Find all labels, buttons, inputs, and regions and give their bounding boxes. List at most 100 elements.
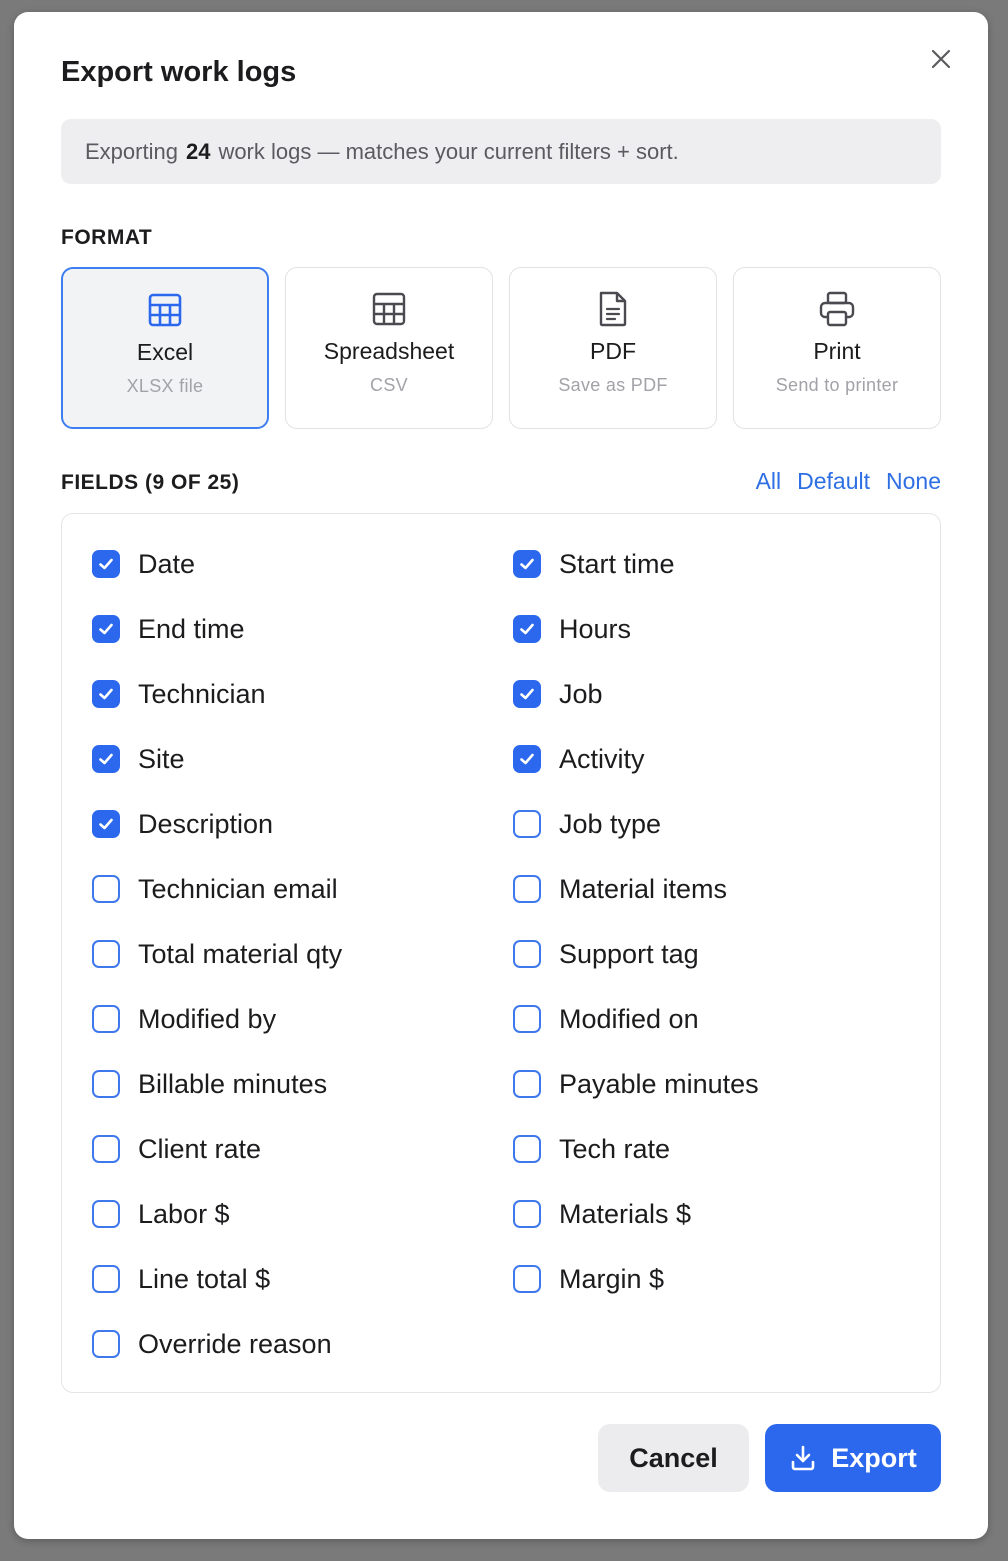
format-options: Excel XLSX file Spreadsheet CSV PDF Save… — [61, 267, 941, 429]
checkbox-unchecked[interactable] — [92, 1005, 120, 1033]
checkmark-icon — [520, 753, 534, 765]
checkbox-unchecked[interactable] — [92, 1200, 120, 1228]
field-option[interactable]: Support tag — [513, 938, 913, 970]
field-label: Override reason — [138, 1328, 332, 1359]
field-option[interactable]: Override reason — [92, 1328, 513, 1360]
checkmark-icon — [520, 623, 534, 635]
format-name: PDF — [590, 338, 636, 364]
checkbox-checked[interactable] — [92, 550, 120, 578]
field-label: Payable minutes — [559, 1068, 759, 1099]
select-all-link[interactable]: All — [756, 468, 782, 495]
checkmark-icon — [99, 688, 113, 700]
field-label: Site — [138, 743, 185, 774]
checkbox-unchecked[interactable] — [92, 1135, 120, 1163]
checkbox-unchecked[interactable] — [92, 1070, 120, 1098]
field-option[interactable]: Payable minutes — [513, 1068, 913, 1100]
checkbox-unchecked[interactable] — [513, 875, 541, 903]
select-default-link[interactable]: Default — [797, 468, 870, 495]
checkbox-checked[interactable] — [513, 615, 541, 643]
format-subtitle: XLSX file — [126, 376, 204, 396]
field-option[interactable]: Materials $ — [513, 1198, 913, 1230]
checkbox-checked[interactable] — [92, 615, 120, 643]
field-option[interactable]: Technician email — [92, 873, 513, 905]
field-option[interactable]: Job type — [513, 808, 913, 840]
field-option[interactable]: Margin $ — [513, 1263, 913, 1295]
checkbox-unchecked[interactable] — [92, 940, 120, 968]
field-option[interactable]: Modified on — [513, 1003, 913, 1035]
checkbox-unchecked[interactable] — [92, 1330, 120, 1358]
checkbox-unchecked[interactable] — [92, 875, 120, 903]
field-label: Modified by — [138, 1003, 277, 1034]
field-option[interactable]: Job — [513, 678, 913, 710]
field-option[interactable]: Tech rate — [513, 1133, 913, 1165]
export-button[interactable]: Export — [765, 1424, 941, 1492]
export-dialog: Export work logs Exporting 24 work logs … — [14, 12, 988, 1539]
checkbox-unchecked[interactable] — [513, 940, 541, 968]
fields-panel: Date Start time End time Hours Technician Job… — [61, 513, 941, 1393]
fields-section-label: FIELDS (9 OF 25) — [61, 471, 240, 494]
format-option-pdf[interactable]: PDF Save as PDF — [509, 267, 717, 429]
field-option[interactable]: Material items — [513, 873, 913, 905]
field-option[interactable]: Start time — [513, 548, 913, 580]
checkbox-unchecked[interactable] — [513, 1200, 541, 1228]
field-label: Total material qty — [138, 938, 343, 969]
checkmark-icon — [99, 753, 113, 765]
field-option[interactable]: End time — [92, 613, 513, 645]
checkbox-unchecked[interactable] — [513, 810, 541, 838]
format-option-excel[interactable]: Excel XLSX file — [61, 267, 269, 429]
checkmark-icon — [99, 558, 113, 570]
checkbox-unchecked[interactable] — [513, 1265, 541, 1293]
format-section-label: FORMAT — [61, 226, 153, 249]
field-option[interactable]: Site — [92, 743, 513, 775]
export-summary-banner: Exporting 24 work logs — matches your cu… — [61, 119, 941, 184]
format-option-spreadsheet[interactable]: Spreadsheet CSV — [285, 267, 493, 429]
field-label: Technician email — [138, 873, 338, 904]
field-label: Material items — [559, 873, 728, 904]
format-name: Spreadsheet — [323, 338, 455, 364]
field-option[interactable]: Description — [92, 808, 513, 840]
checkbox-unchecked[interactable] — [513, 1135, 541, 1163]
grid-icon — [146, 291, 184, 329]
download-icon — [789, 1444, 817, 1472]
select-none-link[interactable]: None — [886, 468, 941, 495]
field-option[interactable]: Technician — [92, 678, 513, 710]
checkmark-icon — [520, 688, 534, 700]
field-label: Support tag — [559, 938, 699, 969]
checkbox-checked[interactable] — [92, 745, 120, 773]
checkbox-checked[interactable] — [92, 810, 120, 838]
checkbox-checked[interactable] — [513, 680, 541, 708]
field-option[interactable]: Total material qty — [92, 938, 513, 970]
checkbox-unchecked[interactable] — [92, 1265, 120, 1293]
field-label: Materials $ — [559, 1198, 692, 1229]
export-button-label: Export — [831, 1442, 917, 1473]
field-option[interactable]: Line total $ — [92, 1263, 513, 1295]
field-label: Technician — [138, 678, 266, 709]
field-option[interactable]: Modified by — [92, 1003, 513, 1035]
checkbox-unchecked[interactable] — [513, 1005, 541, 1033]
field-label: End time — [138, 613, 245, 644]
checkmark-icon — [520, 558, 534, 570]
field-label: Activity — [559, 743, 645, 774]
checkbox-checked[interactable] — [513, 550, 541, 578]
field-option[interactable]: Activity — [513, 743, 913, 775]
field-option[interactable]: Client rate — [92, 1133, 513, 1165]
checkbox-checked[interactable] — [513, 745, 541, 773]
field-label: Labor $ — [138, 1198, 230, 1229]
cancel-button[interactable]: Cancel — [598, 1424, 749, 1492]
banner-count: 24 — [185, 138, 211, 164]
format-subtitle: CSV — [370, 375, 408, 395]
checkbox-checked[interactable] — [92, 680, 120, 708]
field-option[interactable]: Billable minutes — [92, 1068, 513, 1100]
field-label: Hours — [559, 613, 632, 644]
format-name: Print — [813, 338, 861, 364]
field-option[interactable]: Date — [92, 548, 513, 580]
fields-grid: Date Start time End time Hours Technician Job… — [92, 548, 932, 1360]
field-option[interactable]: Hours — [513, 613, 913, 645]
format-option-print[interactable]: Print Send to printer — [733, 267, 941, 429]
checkbox-unchecked[interactable] — [513, 1070, 541, 1098]
close-icon[interactable] — [926, 44, 956, 74]
banner-prefix: Exporting — [85, 138, 178, 164]
field-option[interactable]: Labor $ — [92, 1198, 513, 1230]
format-name: Excel — [136, 339, 194, 365]
banner-suffix: work logs — matches your current filters… — [218, 138, 679, 164]
